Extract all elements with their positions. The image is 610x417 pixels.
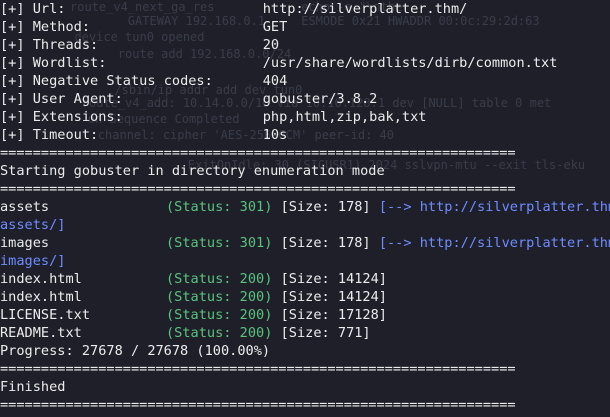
config-line-threads: [+] Threads: 20 <box>0 36 610 54</box>
result-status: (Status: 200) <box>166 307 273 323</box>
result-status: (Status: 200) <box>166 289 273 305</box>
result-redirect-continuation: images/] <box>0 253 66 269</box>
separator-line: ========================================… <box>0 397 516 413</box>
config-line-wordlist: [+] Wordlist: /usr/share/wordlists/dirb/c… <box>0 54 610 72</box>
config-line-extensions: [+] Extensions: php,html,zip,bak,txt <box>0 108 610 126</box>
progress-line: Progress: 27678 / 27678 (100.00%) <box>0 343 271 359</box>
result-redirect-continuation: assets/] <box>0 217 66 233</box>
result-row: LICENSE.txt (Status: 200) [Size: 17128] <box>0 306 610 324</box>
result-size: [Size: 771] <box>280 325 371 341</box>
config-label: Extensions: <box>32 109 123 125</box>
result-redirect: [--> http://silverplatter.thm/ <box>378 235 610 251</box>
config-prefix: [+] <box>0 127 25 143</box>
separator-line: ========================================… <box>0 361 516 377</box>
config-value: 404 <box>262 73 288 89</box>
result-path: index.html <box>0 289 82 305</box>
result-size: [Size: 17128] <box>280 307 387 323</box>
config-line-negative-status: [+] Negative Status codes: 404 <box>0 72 610 90</box>
result-path: assets <box>0 199 50 215</box>
config-prefix: [+] <box>0 55 25 71</box>
terminal-output: [+] Url: http://silverplatter.thm/ [+] Me… <box>0 0 610 414</box>
config-value: 20 <box>262 37 280 53</box>
config-value: GET <box>262 19 288 35</box>
result-status: (Status: 200) <box>166 271 273 287</box>
config-value: http://silverplatter.thm/ <box>262 1 468 17</box>
config-value: /usr/share/wordlists/dirb/common.txt <box>262 55 558 71</box>
config-value: php,html,zip,bak,txt <box>262 109 427 125</box>
result-path: README.txt <box>0 325 82 341</box>
result-size: [Size: 178] <box>280 235 371 251</box>
result-path: LICENSE.txt <box>0 307 91 323</box>
config-label: Wordlist: <box>32 55 107 71</box>
result-status: (Status: 200) <box>166 325 273 341</box>
result-size: [Size: 178] <box>280 199 371 215</box>
result-path: images <box>0 235 50 251</box>
result-status: (Status: 301) <box>166 199 273 215</box>
config-prefix: [+] <box>0 37 25 53</box>
result-status: (Status: 301) <box>166 235 273 251</box>
result-row: images (Status: 301) [Size: 178] [--> htt… <box>0 234 610 252</box>
config-label: User Agent: <box>32 91 123 107</box>
config-prefix: [+] <box>0 73 25 89</box>
config-prefix: [+] <box>0 91 25 107</box>
separator-line: ========================================… <box>0 145 516 161</box>
result-row: README.txt (Status: 200) [Size: 771] <box>0 324 610 342</box>
config-line-timeout: [+] Timeout: 10s <box>0 126 610 144</box>
result-size: [Size: 14124] <box>280 289 387 305</box>
config-line-user-agent: [+] User Agent: gobuster/3.8.2 <box>0 90 610 108</box>
mode-message: Starting gobuster in directory enumerati… <box>0 163 385 179</box>
config-prefix: [+] <box>0 19 25 35</box>
config-line-url: [+] Url: http://silverplatter.thm/ <box>0 0 610 18</box>
config-label: Timeout: <box>32 127 99 143</box>
result-redirect: [--> http://silverplatter.thm/ <box>378 199 610 215</box>
config-label: Negative Status codes: <box>32 73 213 89</box>
result-row: assets (Status: 301) [Size: 178] [--> htt… <box>0 198 610 216</box>
separator-line: ========================================… <box>0 181 516 197</box>
config-value: 10s <box>262 127 288 143</box>
config-label: Threads: <box>32 37 99 53</box>
result-size: [Size: 14124] <box>280 271 387 287</box>
config-prefix: [+] <box>0 1 25 17</box>
finished-message: Finished <box>0 379 66 395</box>
result-row: index.html (Status: 200) [Size: 14124] <box>0 270 610 288</box>
config-label: Url: <box>32 1 66 17</box>
result-row: index.html (Status: 200) [Size: 14124] <box>0 288 610 306</box>
config-line-method: [+] Method: GET <box>0 18 610 36</box>
config-value: gobuster/3.8.2 <box>262 91 378 107</box>
config-prefix: [+] <box>0 109 25 125</box>
result-path: index.html <box>0 271 82 287</box>
config-label: Method: <box>32 19 91 35</box>
